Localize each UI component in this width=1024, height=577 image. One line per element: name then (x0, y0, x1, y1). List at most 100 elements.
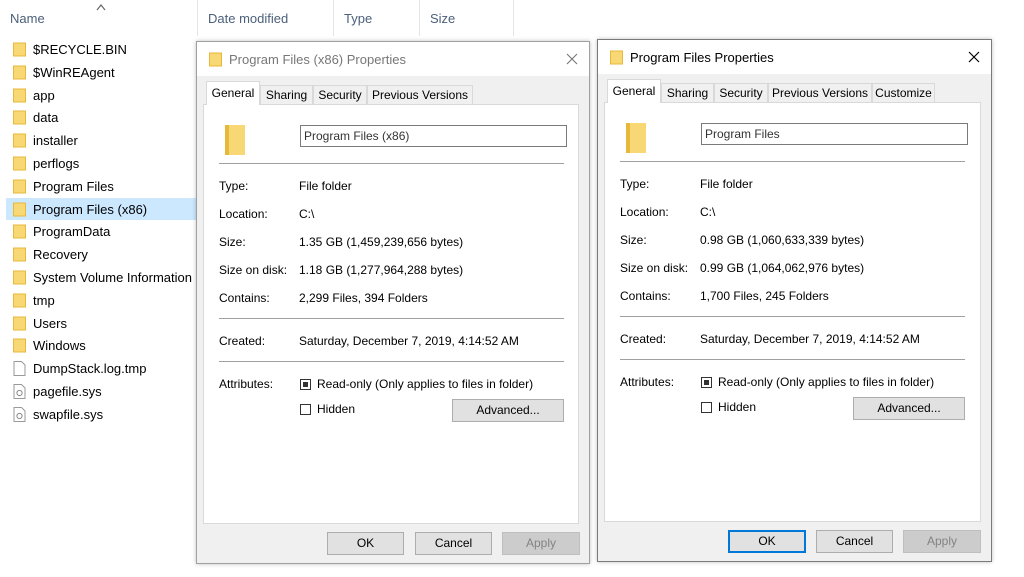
file-list-item[interactable]: pagefile.sys (0, 380, 200, 403)
file-name: Program Files (x86) (33, 201, 148, 217)
apply-button: Apply (903, 530, 981, 553)
file-name: swapfile.sys (33, 406, 104, 422)
ok-button[interactable]: OK (728, 530, 806, 553)
file-name: $WinREAgent (33, 64, 115, 80)
cancel-button[interactable]: Cancel (415, 532, 492, 555)
file-list-item[interactable]: Program Files (x86) (6, 197, 200, 221)
readonly-checkbox[interactable] (300, 379, 311, 390)
location-label: Location: (620, 205, 669, 219)
tab-sharing[interactable]: Sharing (260, 85, 313, 104)
system-file-icon (13, 383, 26, 399)
close-button[interactable] (555, 42, 589, 76)
size-on-disk-label: Size on disk: (219, 263, 288, 277)
title-bar[interactable]: Program Files (x86) Properties (197, 42, 589, 76)
created-label: Created: (219, 334, 266, 348)
column-header-type-label: Type (344, 11, 373, 26)
large-folder-icon (225, 125, 245, 155)
file-list-item[interactable]: System Volume Information (0, 266, 200, 289)
tab-previous-versions[interactable]: Previous Versions (768, 83, 872, 102)
system-file-icon (13, 406, 26, 422)
folder-name-input[interactable]: Program Files (701, 123, 968, 145)
file-icon (13, 361, 26, 377)
file-list-item[interactable]: DumpStack.log.tmp (0, 357, 200, 380)
title-bar[interactable]: Program Files Properties (598, 40, 991, 74)
file-list-item[interactable]: $WinREAgent (0, 61, 200, 84)
cancel-button[interactable]: Cancel (816, 530, 893, 553)
size-on-disk-value: 1.18 GB (1,277,964,288 bytes) (299, 263, 464, 277)
close-button[interactable] (957, 40, 991, 74)
contains-label: Contains: (620, 289, 671, 303)
tab-customize[interactable]: Customize (872, 83, 935, 102)
hidden-checkbox[interactable] (300, 404, 311, 415)
apply-button: Apply (502, 532, 580, 555)
file-list-item[interactable]: ProgramData (0, 220, 200, 243)
tab-general[interactable]: General (206, 81, 260, 105)
file-list-item[interactable]: app (0, 84, 200, 107)
separator (219, 361, 564, 362)
type-value: File folder (299, 179, 352, 193)
column-header-date-modified-label: Date modified (208, 11, 289, 26)
type-label: Type: (219, 179, 249, 193)
folder-icon (13, 88, 26, 103)
folder-icon (13, 247, 26, 262)
tab-previous-versions[interactable]: Previous Versions (367, 85, 473, 104)
file-name: ProgramData (33, 224, 111, 240)
file-list-item[interactable]: Recovery (0, 243, 200, 266)
general-tab-panel: Program Files (x86) Type: File folder Lo… (203, 104, 579, 524)
column-header-type[interactable]: Type (334, 0, 420, 36)
column-header-size[interactable]: Size (420, 0, 514, 36)
file-list: $RECYCLE.BIN $WinREAgent app data installer p… (0, 38, 200, 426)
column-header-name-label: Name (10, 11, 45, 26)
advanced-button[interactable]: Advanced... (452, 399, 564, 422)
file-name: perflogs (33, 155, 80, 171)
size-value: 0.98 GB (1,060,633,339 bytes) (700, 233, 865, 247)
type-value: File folder (700, 177, 753, 191)
readonly-checkbox[interactable] (701, 377, 712, 388)
file-list-item[interactable]: installer (0, 129, 200, 152)
file-list-item[interactable]: perflogs (0, 152, 200, 175)
created-label: Created: (620, 332, 667, 346)
column-header-date-modified[interactable]: Date modified (198, 0, 334, 36)
file-name: System Volume Information (33, 269, 192, 285)
file-list-item[interactable]: $RECYCLE.BIN (0, 38, 200, 61)
created-value: Saturday, December 7, 2019, 4:14:52 AM (700, 332, 920, 346)
file-list-item[interactable]: Program Files (0, 175, 200, 198)
file-list-item[interactable]: tmp (0, 289, 200, 312)
file-list-item[interactable]: swapfile.sys (0, 403, 200, 426)
tab-sharing[interactable]: Sharing (661, 83, 714, 102)
tab-security[interactable]: Security (313, 85, 367, 104)
column-header-name[interactable]: Name (0, 0, 198, 36)
size-on-disk-value: 0.99 GB (1,064,062,976 bytes) (700, 261, 865, 275)
file-name: Recovery (33, 247, 88, 263)
contains-value: 2,299 Files, 394 Folders (299, 291, 428, 305)
file-list-item[interactable]: Users (0, 312, 200, 335)
tab-security[interactable]: Security (714, 83, 768, 102)
tab-general[interactable]: General (607, 79, 661, 103)
readonly-checkbox-label: Read-only (Only applies to files in fold… (718, 375, 935, 389)
attributes-label: Attributes: (620, 375, 675, 389)
size-label: Size: (219, 235, 246, 249)
file-list-item[interactable]: data (0, 106, 200, 129)
separator (620, 359, 965, 360)
close-icon (968, 51, 980, 63)
folder-icon (610, 50, 623, 65)
sort-ascending-icon (96, 4, 106, 11)
advanced-button[interactable]: Advanced... (853, 397, 965, 420)
file-name: $RECYCLE.BIN (33, 42, 127, 57)
folder-icon (13, 316, 26, 331)
folder-icon (13, 338, 26, 353)
created-value: Saturday, December 7, 2019, 4:14:52 AM (299, 334, 519, 348)
folder-name-input[interactable]: Program Files (x86) (300, 125, 567, 147)
file-list-item[interactable]: Windows (0, 334, 200, 357)
file-name: data (33, 110, 59, 126)
location-value: C:\ (299, 207, 315, 221)
hidden-checkbox[interactable] (701, 402, 712, 413)
file-name: Program Files (33, 178, 114, 194)
folder-icon (209, 52, 222, 67)
ok-button[interactable]: OK (327, 532, 404, 555)
file-name: Users (33, 315, 67, 331)
separator (219, 318, 564, 319)
location-value: C:\ (700, 205, 716, 219)
separator (620, 161, 965, 162)
folder-icon (13, 202, 26, 217)
